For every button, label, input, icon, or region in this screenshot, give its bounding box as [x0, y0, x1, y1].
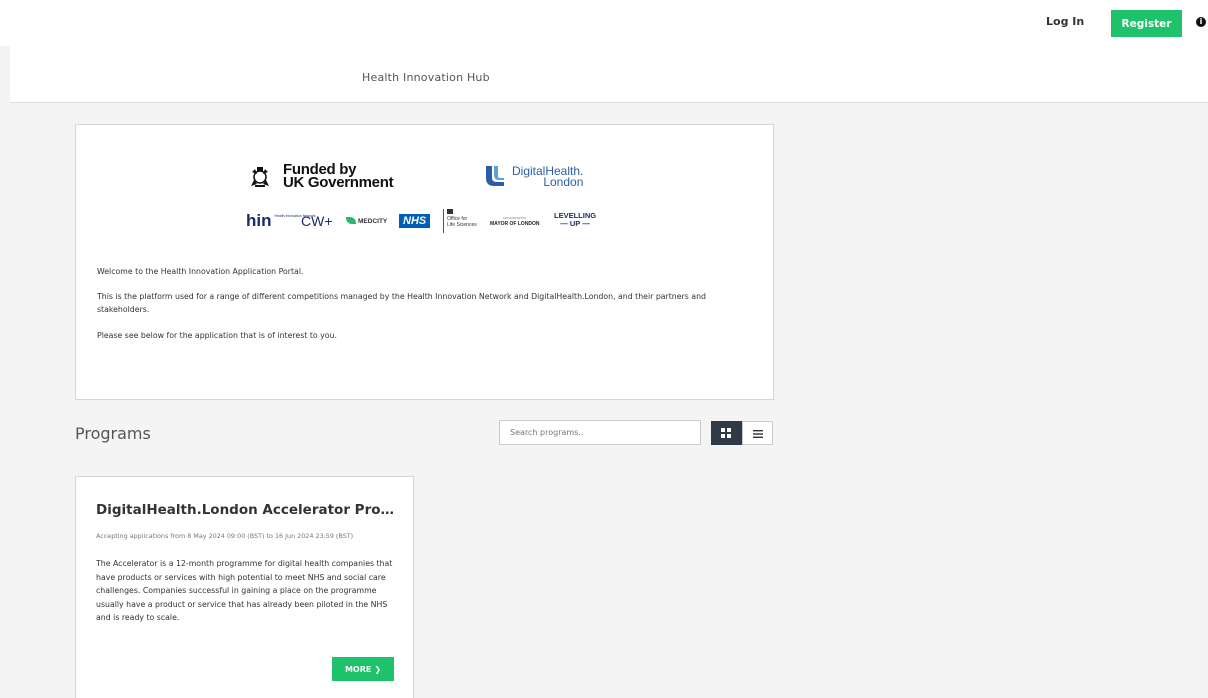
program-card-dates: Accepting applications from 8 May 2024 0…	[96, 532, 354, 540]
login-link[interactable]: Log In	[1046, 15, 1084, 28]
welcome-paragraph-1: Welcome to the Health Innovation Applica…	[97, 267, 304, 276]
grid-icon	[721, 428, 731, 438]
medcity-logo: MEDCITY	[346, 217, 387, 241]
list-icon	[753, 430, 763, 438]
uk-government-logo-text: Funded by UK Government	[283, 161, 394, 191]
program-card-title[interactable]: DigitalHealth.London Accelerator Program…	[96, 502, 396, 518]
levelling-up-logo: LEVELLING — UP —	[554, 211, 597, 228]
welcome-paragraph-2: This is the platform used for a range of…	[97, 292, 706, 314]
info-icon[interactable]: i	[1196, 17, 1206, 27]
cw-plus-logo: CW+	[301, 213, 333, 229]
more-button[interactable]: MORE ❯	[332, 657, 394, 681]
site-header: Health Innovation Hub	[10, 46, 1208, 103]
search-programs-input[interactable]	[499, 420, 701, 445]
programs-title: Programs	[75, 424, 151, 443]
welcome-panel: Funded by UK Government DigitalHealth. L…	[75, 124, 774, 400]
chevron-right-icon: ❯	[374, 664, 382, 674]
hin-logo: hin Health Innovation Network	[246, 211, 316, 230]
mayor-of-london-logo: SUPPORTED BY MAYOR OF LONDON	[490, 216, 540, 227]
grid-view-button[interactable]	[711, 421, 742, 445]
crest-small-icon	[447, 209, 453, 214]
medcity-leaf-icon	[346, 217, 356, 224]
digitalhealth-london-logo-text: DigitalHealth. London	[512, 164, 584, 189]
royal-crest-icon	[251, 167, 269, 187]
partner-logos: hin Health Innovation Network CW+ MEDCITY…	[246, 209, 606, 235]
site-title[interactable]: Health Innovation Hub	[362, 71, 490, 84]
welcome-paragraph-3: Please see below for the application tha…	[97, 331, 337, 340]
top-bar: Log In Register i	[0, 0, 1208, 46]
nhs-logo: NHS	[399, 214, 431, 228]
office-for-life-sciences-logo: Office for Life Sciences	[443, 209, 477, 233]
program-card-description: The Accelerator is a 12-month programme …	[96, 559, 393, 622]
digitalhealth-london-mark-icon	[486, 166, 504, 186]
list-view-button[interactable]	[742, 421, 773, 445]
program-card[interactable]: DigitalHealth.London Accelerator Program…	[75, 476, 414, 698]
register-button[interactable]: Register	[1111, 10, 1182, 37]
